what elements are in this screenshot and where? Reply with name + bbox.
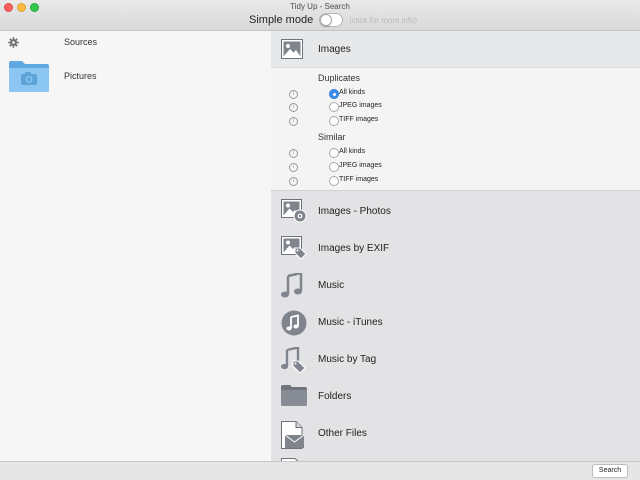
option-label: JPEG images	[339, 162, 382, 169]
images-options-panel: Duplicates i All kinds i JPEG images i T…	[271, 67, 640, 191]
radio-button[interactable]	[329, 148, 339, 158]
option-label: All kinds	[339, 148, 366, 155]
search-type-label: Other Files	[318, 428, 367, 439]
simple-mode-hint[interactable]: (click for more info)	[349, 16, 417, 25]
simple-mode-control: Simple mode (click for more info)	[249, 13, 417, 27]
info-icon[interactable]: i	[289, 177, 298, 186]
music-note-icon	[281, 273, 303, 298]
radio-button[interactable]	[329, 102, 339, 112]
sources-label: Sources	[64, 37, 98, 47]
option-label: TIFF images	[339, 176, 379, 183]
sources-pane: Sources Pictures	[0, 31, 272, 461]
source-item-label: Pictures	[64, 71, 97, 81]
image-tag-icon	[281, 236, 307, 260]
gear-icon[interactable]	[8, 37, 19, 48]
search-type-label: Music	[318, 280, 345, 291]
radio-button[interactable]	[329, 116, 339, 126]
option-row[interactable]: i TIFF images	[271, 115, 640, 128]
radio-button[interactable]	[329, 162, 339, 172]
title-bar: Tidy Up - Search Simple mode (click for …	[0, 0, 640, 31]
search-type-folders[interactable]: Folders	[271, 378, 640, 415]
search-type-partial-row	[271, 452, 640, 461]
window-title: Tidy Up - Search	[290, 2, 350, 11]
info-icon[interactable]: i	[289, 149, 298, 158]
search-type-music-by-tag[interactable]: Music by Tag	[271, 341, 640, 378]
search-type-images[interactable]: Images	[271, 31, 640, 67]
option-row[interactable]: i JPEG images	[271, 101, 640, 114]
option-label: JPEG images	[339, 102, 382, 109]
info-icon[interactable]: i	[289, 163, 298, 172]
photo-gear-icon	[281, 199, 307, 223]
search-type-music[interactable]: Music	[271, 267, 640, 304]
duplicates-group-title: Duplicates	[318, 73, 361, 83]
info-icon[interactable]: i	[289, 117, 298, 126]
itunes-icon	[281, 310, 307, 336]
option-row[interactable]: i TIFF images	[271, 175, 640, 188]
option-row[interactable]: i JPEG images	[271, 161, 640, 174]
source-item-pictures[interactable]: Pictures	[0, 59, 271, 95]
search-type-label: Music by Tag	[318, 354, 377, 365]
blue-folder-camera-icon	[9, 61, 49, 92]
search-type-images-by-exif[interactable]: Images by EXIF	[271, 230, 640, 267]
sources-header: Sources	[0, 35, 271, 51]
option-label: All kinds	[339, 89, 366, 96]
search-type-label: Folders	[318, 391, 352, 402]
radio-button[interactable]	[329, 176, 339, 186]
other-files-icon	[281, 421, 305, 449]
option-row[interactable]: i All kinds	[271, 147, 640, 160]
info-icon[interactable]: i	[289, 90, 298, 99]
info-icon[interactable]: i	[289, 103, 298, 112]
search-type-label: Music - iTunes	[318, 317, 383, 328]
image-icon	[281, 39, 303, 59]
simple-mode-label: Simple mode	[249, 14, 314, 26]
search-type-label: Images - Photos	[318, 206, 391, 217]
search-type-music-itunes[interactable]: Music - iTunes	[271, 304, 640, 341]
search-type-other-files[interactable]: Other Files	[271, 415, 640, 452]
option-label: TIFF images	[339, 116, 379, 123]
search-type-pane: Images Duplicates i All kinds i JPEG ima…	[271, 31, 640, 461]
bottom-bar: Search	[0, 461, 640, 480]
simple-mode-toggle[interactable]	[319, 13, 344, 27]
radio-button[interactable]	[329, 89, 339, 99]
search-type-images-photos[interactable]: Images - Photos	[271, 193, 640, 230]
similar-group-title: Similar	[318, 132, 346, 142]
music-tag-icon	[281, 347, 306, 373]
option-row[interactable]: i All kinds	[271, 88, 640, 101]
search-button[interactable]: Search	[592, 464, 628, 478]
folder-icon	[281, 385, 307, 406]
search-type-label: Images	[318, 44, 351, 55]
search-type-label: Images by EXIF	[318, 243, 390, 254]
toggle-knob	[320, 14, 333, 26]
